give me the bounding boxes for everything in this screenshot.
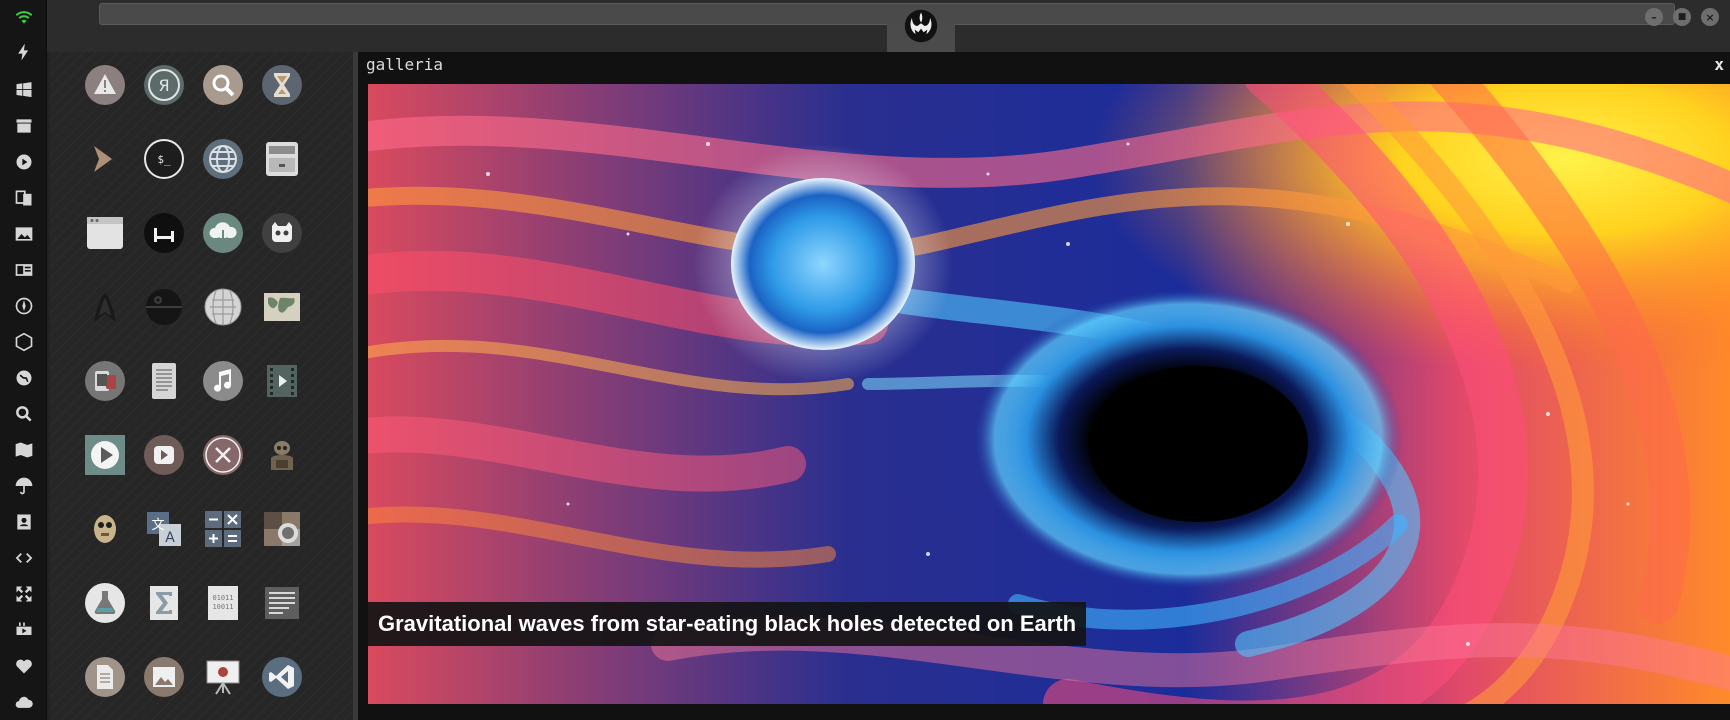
flask-app-icon[interactable] [84,582,126,624]
photo-app-icon[interactable] [143,656,185,698]
close-glyph: × [1705,10,1715,24]
terminal-app-icon[interactable]: $_ [143,138,185,180]
wifi-icon[interactable] [12,5,36,29]
devices-app-icon[interactable] [84,360,126,402]
globe-app-icon[interactable] [202,138,244,180]
archive-icon[interactable] [12,114,36,138]
maximize-glyph: ■ [1677,12,1687,22]
left-dock [0,0,47,720]
maximize-button[interactable]: ■ [1673,8,1691,26]
rebel-icon[interactable] [12,294,36,318]
svg-text:Я: Я [158,76,169,95]
video-player-app-icon[interactable] [143,434,185,476]
window-title: galleria [366,55,444,74]
app-launcher: Я $_ 文 A 01011 10011 [50,52,353,720]
droid-app-icon[interactable] [261,434,303,476]
close-window-button[interactable]: × [1701,8,1719,26]
camera-app-icon[interactable] [261,508,303,550]
close-viewer-button[interactable]: x [1714,55,1724,75]
close-app-icon[interactable] [202,434,244,476]
windows-icon[interactable] [12,78,36,102]
video-app-icon[interactable] [261,360,303,402]
yandex-app-icon[interactable]: Я [143,64,185,106]
expand-icon[interactable] [12,582,36,606]
sigma-app-icon[interactable] [143,582,185,624]
cloud-icon[interactable] [12,690,36,714]
svg-text:01011: 01011 [212,594,233,602]
search-icon[interactable] [12,402,36,426]
gallery-image[interactable]: Gravitational waves from star-eating bla… [368,84,1730,704]
calculator-app-icon[interactable] [202,508,244,550]
image-caption: Gravitational waves from star-eating bla… [368,602,1087,646]
heart-icon[interactable] [12,654,36,678]
text-editor-app-icon[interactable] [261,582,303,624]
binary-app-icon[interactable]: 01011 10011 [202,582,244,624]
cloud-download-app-icon[interactable] [202,212,244,254]
play-icon[interactable] [12,150,36,174]
drive-app-icon[interactable] [261,138,303,180]
c3po-app-icon[interactable] [84,508,126,550]
minimize-button[interactable]: – [1645,8,1663,26]
vscode-app-icon[interactable] [261,656,303,698]
hourglass-app-icon[interactable] [261,64,303,106]
image-icon[interactable] [12,222,36,246]
news-icon[interactable] [12,258,36,282]
music-app-icon[interactable] [202,360,244,402]
globe-icon[interactable] [12,366,36,390]
search-app-icon[interactable] [202,64,244,106]
wikipedia-app-icon[interactable] [202,286,244,328]
minimize-glyph: – [1651,10,1657,24]
document-app-icon[interactable] [84,656,126,698]
code-icon[interactable] [12,546,36,570]
svg-text:文: 文 [151,518,164,533]
galleria-window: galleria x Gravitational waves from star… [358,52,1730,720]
rebel-alliance-logo-icon[interactable] [903,8,939,44]
warning-app-icon[interactable] [84,64,126,106]
bolt-icon[interactable] [12,40,36,64]
empire-icon[interactable] [12,330,36,354]
robot-app-icon[interactable] [261,212,303,254]
top-bar: – ■ × [47,0,1730,52]
svg-text:10011: 10011 [212,603,233,611]
desktop: – ■ × Я $_ 文 A 01011 10011 galleria x Gr… [0,0,1730,720]
document-reader-app-icon[interactable] [143,360,185,402]
translate-app-icon[interactable]: 文A [143,508,185,550]
bed-app-icon[interactable] [143,212,185,254]
umbrella-icon[interactable] [12,474,36,498]
world-map-app-icon[interactable] [261,286,303,328]
death-star-app-icon[interactable] [143,286,185,328]
youtube-icon[interactable] [12,618,36,642]
map-icon[interactable] [12,438,36,462]
starfleet-app-icon[interactable] [84,286,126,328]
svg-text:$_: $_ [157,153,171,166]
window-app-icon[interactable] [84,212,126,254]
chevron-app-icon[interactable] [84,138,126,180]
play-app-icon[interactable] [84,434,126,476]
svg-text:A: A [165,530,175,546]
presentation-app-icon[interactable] [202,656,244,698]
contacts-icon[interactable] [12,510,36,534]
address-bar[interactable] [99,3,1675,25]
translate-icon[interactable] [12,186,36,210]
